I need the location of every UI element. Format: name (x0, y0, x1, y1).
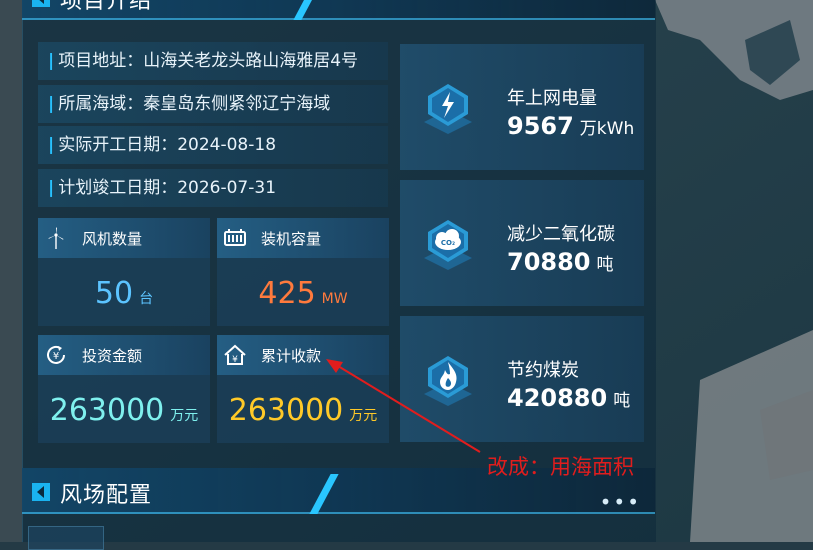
stat-value: 263000 (228, 393, 344, 428)
yuan-refresh-icon: ¥ (47, 345, 65, 364)
info-value: 2024-08-18 (177, 135, 277, 155)
info-label: 计划竣工日期 (58, 178, 161, 198)
stat-unit: 万元 (170, 408, 199, 424)
stat-unit: 万元 (349, 408, 378, 424)
stat-unit: MW (321, 291, 348, 307)
battery-capacity-icon (224, 229, 246, 246)
summary-value: 9567 (507, 112, 574, 140)
stat-value: 263000 (49, 393, 165, 428)
summary-unit: 万kWh (579, 119, 635, 139)
info-label: 所属海域 (58, 94, 127, 114)
stat-unit: 台 (139, 291, 154, 307)
summary-card-coal: 节约煤炭 420880 吨 (400, 316, 644, 442)
stat-label: 累计收款 (261, 347, 322, 365)
summary-card-co2: CO₂ 减少二氧化碳 70880 吨 (400, 180, 644, 306)
info-label: 实际开工日期 (58, 135, 161, 155)
stat-card-received: ¥ 累计收款 263000 万元 (217, 335, 389, 443)
stat-value: 425 (258, 276, 316, 311)
summary-unit: 吨 (613, 391, 631, 411)
flame-icon (424, 356, 472, 406)
lightning-icon (424, 84, 472, 134)
summary-unit: 吨 (596, 255, 614, 275)
stat-card-capacity: 装机容量 425 MW (217, 218, 389, 326)
info-row-sea-area: | 所属海域：秦皇岛东侧紧邻辽宁海域 (38, 85, 388, 123)
more-options-button[interactable]: ••• (600, 490, 641, 514)
summary-label: 减少二氧化碳 (507, 224, 615, 245)
info-row-start-date: | 实际开工日期：2024-08-18 (38, 126, 388, 164)
summary-value: 70880 (507, 248, 591, 276)
stat-label: 投资金额 (82, 347, 143, 365)
house-yuan-icon: ¥ (224, 344, 246, 365)
project-intro-header: 项目介绍 (22, 0, 655, 20)
section-title-wind-config: 风场配置 (60, 483, 153, 508)
svg-text:¥: ¥ (232, 355, 238, 365)
annotation-text: 改成：用海面积 (487, 455, 634, 479)
header-chevron-icon (32, 483, 50, 501)
stat-value: 50 (94, 276, 134, 311)
info-label: 项目地址 (58, 51, 127, 71)
summary-label: 节约煤炭 (507, 360, 579, 381)
header-chevron-icon (32, 0, 50, 7)
wind-turbine-icon (48, 227, 64, 249)
info-row-completion-date: | 计划竣工日期：2026-07-31 (38, 169, 388, 207)
wind-config-card (28, 526, 104, 550)
stat-card-investment: ¥ 投资金额 263000 万元 (38, 335, 210, 443)
stat-card-turbines: 风机数量 50 台 (38, 218, 210, 326)
co2-cloud-icon: CO₂ (424, 220, 472, 270)
stat-label: 装机容量 (261, 230, 322, 248)
section-title-project-intro: 项目介绍 (60, 0, 153, 14)
summary-label: 年上网电量 (507, 88, 597, 109)
summary-value: 420880 (507, 384, 608, 412)
info-value: 秦皇岛东侧紧邻辽宁海域 (143, 94, 331, 114)
svg-text:¥: ¥ (53, 351, 59, 362)
summary-card-power: 年上网电量 9567 万kWh (400, 44, 644, 170)
info-value: 山海关老龙头路山海雅居4号 (143, 51, 359, 71)
info-row-address: | 项目地址：山海关老龙头路山海雅居4号 (38, 42, 388, 80)
info-value: 2026-07-31 (177, 178, 277, 198)
stat-label: 风机数量 (82, 230, 143, 248)
svg-text:CO₂: CO₂ (441, 239, 455, 247)
